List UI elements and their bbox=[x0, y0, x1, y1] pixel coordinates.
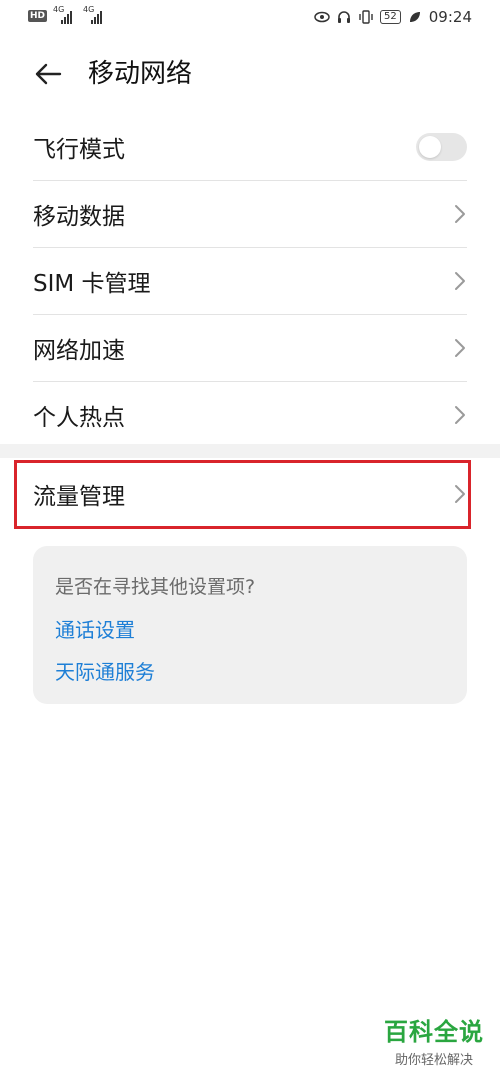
personal-hotspot-row[interactable]: 个人热点 bbox=[33, 382, 467, 448]
leaf-icon bbox=[407, 9, 423, 25]
watermark-brand: 百科全说 bbox=[384, 1018, 484, 1046]
mobile-data-label: 移动数据 bbox=[33, 204, 125, 230]
traffic-management-label: 流量管理 bbox=[33, 484, 125, 510]
airplane-mode-toggle[interactable] bbox=[416, 133, 467, 161]
toggle-knob bbox=[419, 136, 441, 158]
airplane-mode-label: 飞行模式 bbox=[33, 137, 125, 163]
personal-hotspot-label: 个人热点 bbox=[33, 405, 125, 431]
status-right: 52 09:24 bbox=[314, 8, 472, 26]
suggestion-card: 是否在寻找其他设置项? 通话设置 天际通服务 bbox=[33, 546, 467, 704]
sim-management-label: SIM 卡管理 bbox=[33, 271, 151, 297]
headphones-icon bbox=[336, 9, 352, 25]
settings-list: 飞行模式 移动数据 SIM 卡管理 网络加速 个人热点 bbox=[0, 114, 500, 448]
hd-badge: HD bbox=[28, 10, 48, 22]
chevron-right-icon bbox=[455, 205, 465, 223]
network-acceleration-label: 网络加速 bbox=[33, 338, 125, 364]
header: 移动网络 bbox=[0, 42, 500, 106]
call-settings-link[interactable]: 通话设置 bbox=[55, 614, 135, 643]
back-arrow-icon bbox=[35, 63, 62, 85]
tianjitong-service-link[interactable]: 天际通服务 bbox=[55, 656, 155, 685]
sim-management-row[interactable]: SIM 卡管理 bbox=[33, 248, 467, 315]
chevron-right-icon bbox=[455, 272, 465, 290]
traffic-management-row[interactable]: 流量管理 bbox=[0, 458, 500, 530]
signal-sim2-icon: 4G bbox=[83, 5, 107, 24]
chevron-right-icon bbox=[455, 485, 465, 503]
section-divider bbox=[0, 444, 500, 458]
signal-sim1-icon: 4G bbox=[53, 5, 77, 24]
chevron-right-icon bbox=[455, 406, 465, 424]
watermark: 百科全说 助你轻松解决 bbox=[384, 1012, 484, 1068]
vibrate-icon bbox=[358, 9, 374, 25]
suggestion-question: 是否在寻找其他设置项? bbox=[55, 576, 256, 598]
airplane-mode-row[interactable]: 飞行模式 bbox=[33, 114, 467, 181]
battery-icon: 52 bbox=[380, 10, 401, 24]
back-button[interactable] bbox=[30, 56, 66, 92]
eye-icon bbox=[314, 9, 330, 25]
status-time: 09:24 bbox=[428, 8, 472, 26]
network-acceleration-row[interactable]: 网络加速 bbox=[33, 315, 467, 382]
chevron-right-icon bbox=[455, 339, 465, 357]
status-left: HD 4G 4G bbox=[28, 5, 107, 24]
page-title: 移动网络 bbox=[88, 59, 193, 89]
watermark-tagline: 助你轻松解决 bbox=[394, 1053, 473, 1068]
status-bar: HD 4G 4G 52 09:24 bbox=[0, 0, 500, 36]
mobile-data-row[interactable]: 移动数据 bbox=[33, 181, 467, 248]
